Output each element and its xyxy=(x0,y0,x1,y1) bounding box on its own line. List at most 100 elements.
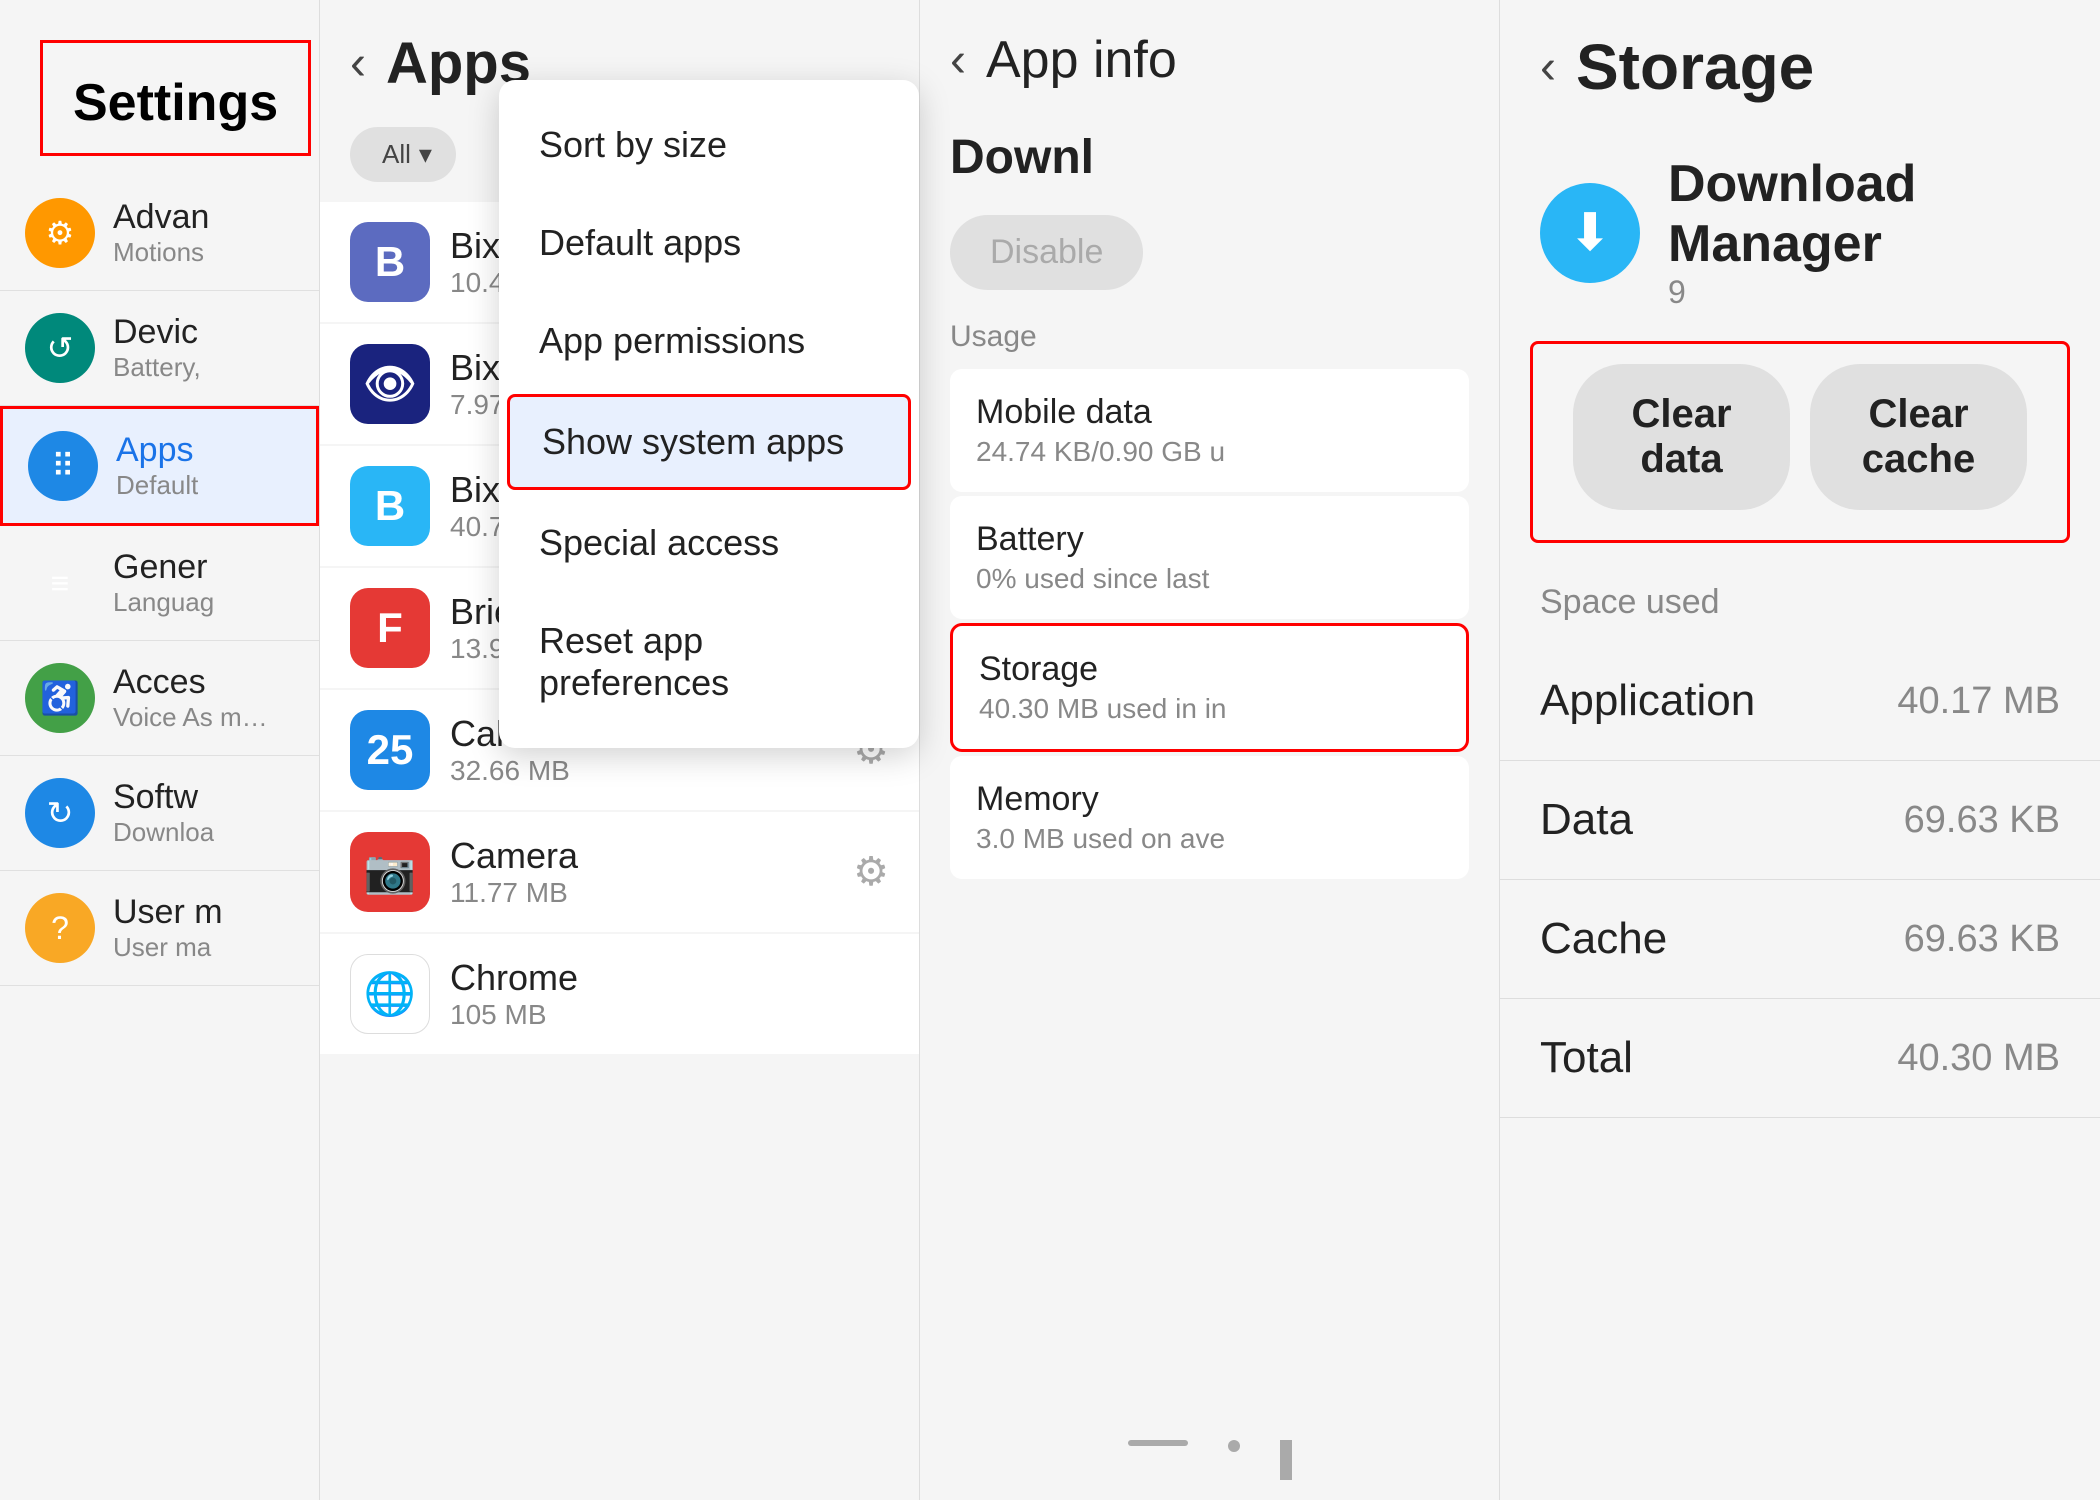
storage-row-application: Application 40.17 MB xyxy=(1500,642,2100,761)
dropdown-item-default_apps[interactable]: Default apps xyxy=(499,194,919,292)
sidebar-icon-softw: ↻ xyxy=(25,778,95,848)
storage-row-data: Data 69.63 KB xyxy=(1500,761,2100,880)
app-icon-bixby_voice: B xyxy=(350,466,430,546)
dropdown-item-reset_app_prefs[interactable]: Reset app preferences xyxy=(499,592,919,732)
usage-item-sub-storage: 40.30 MB used in in xyxy=(979,693,1399,725)
sidebar-icon-user: ? xyxy=(25,893,95,963)
sidebar-item-device[interactable]: ↺ Devic Battery, xyxy=(0,291,319,406)
usage-item-mobile_data[interactable]: Mobile data 24.74 KB/0.90 GB u xyxy=(950,369,1469,492)
usage-item-sub-battery: 0% used since last xyxy=(976,563,1396,595)
sidebar-sub-device: Battery, xyxy=(113,352,201,383)
sidebar-label-softw: Softw xyxy=(113,778,214,817)
sidebar-label-access: Acces xyxy=(113,663,273,702)
storage-app-icon: ⬇ xyxy=(1540,183,1640,283)
usage-item-title-battery: Battery xyxy=(976,520,1443,559)
app-icon-calendar: 25 xyxy=(350,710,430,790)
storage-back-button[interactable]: ‹ xyxy=(1540,40,1556,95)
app-info-back-button[interactable]: ‹ xyxy=(950,33,966,88)
sidebar-item-advanced[interactable]: ⚙ Advan Motions xyxy=(0,176,319,291)
usage-item-sub-mobile_data: 24.74 KB/0.90 GB u xyxy=(976,436,1396,468)
filter-all-button[interactable]: All ▾ xyxy=(350,127,456,182)
storage-panel: ‹ Storage ⬇ Download Manager 9 Clear dat… xyxy=(1500,0,2100,1500)
storage-row-value-cache: 69.63 KB xyxy=(1904,918,2060,961)
app-size-camera: 11.77 MB xyxy=(450,877,578,909)
sidebar-label-user: User m xyxy=(113,893,223,932)
sidebar-icon-apps: ⠿ xyxy=(28,431,98,501)
storage-row-value-application: 40.17 MB xyxy=(1897,680,2060,723)
usage-item-memory[interactable]: Memory 3.0 MB used on ave xyxy=(950,756,1469,879)
dropdown-item-show_system_apps[interactable]: Show system apps xyxy=(507,394,911,490)
storage-panel-title: Storage xyxy=(1576,30,1814,104)
apps-back-button[interactable]: ‹ xyxy=(350,36,366,91)
sidebar-item-apps[interactable]: ⠿ Apps Default xyxy=(0,406,319,526)
nav-back[interactable] xyxy=(1128,1440,1188,1446)
app-size-chrome: 105 MB xyxy=(450,999,578,1031)
storage-app-version: 9 xyxy=(1668,274,2060,311)
app-icon-camera: 📷 xyxy=(350,832,430,912)
storage-row-total: Total 40.30 MB xyxy=(1500,999,2100,1118)
app-gear-icon-camera[interactable]: ⚙ xyxy=(853,849,889,895)
space-used-label: Space used xyxy=(1500,573,2100,642)
settings-panel: Settings ⚙ Advan Motions ↺ Devic Battery… xyxy=(0,0,320,1500)
storage-row-label-application: Application xyxy=(1540,676,1755,726)
sidebar-sub-user: User ma xyxy=(113,932,223,963)
app-list-item-camera[interactable]: 📷 Camera 11.77 MB ⚙ xyxy=(320,812,919,932)
storage-row-label-total: Total xyxy=(1540,1033,1633,1083)
usage-item-battery[interactable]: Battery 0% used since last xyxy=(950,496,1469,619)
sidebar-item-softw[interactable]: ↻ Softw Downloa xyxy=(0,756,319,871)
settings-title: Settings xyxy=(40,40,311,156)
dropdown-item-app_permissions[interactable]: App permissions xyxy=(499,292,919,390)
app-info-title: App info xyxy=(986,30,1177,90)
usage-item-title-storage: Storage xyxy=(979,650,1440,689)
app-name-chrome: Chrome xyxy=(450,957,578,999)
sidebar-sub-access: Voice As menu xyxy=(113,702,273,733)
sidebar-sub-advanced: Motions xyxy=(113,237,209,268)
app-icon-bixby1: B xyxy=(350,222,430,302)
app-icon-bixby2: 👁 xyxy=(350,344,430,424)
apps-panel: ‹ Apps All ▾ B Bixby 10.49 M 👁 Bixby 7.9… xyxy=(320,0,920,1500)
sidebar-icon-general: ≡ xyxy=(25,548,95,618)
app-info-app-name: Downl xyxy=(950,130,1469,185)
storage-row-value-data: 69.63 KB xyxy=(1904,799,2060,842)
sidebar-icon-access: ♿ xyxy=(25,663,95,733)
app-list-item-chrome[interactable]: 🌐 Chrome 105 MB xyxy=(320,934,919,1054)
sidebar-item-access[interactable]: ♿ Acces Voice As menu xyxy=(0,641,319,756)
app-info-panel: ‹ App info Downl Disable Usage Mobile da… xyxy=(920,0,1500,1500)
nav-home[interactable] xyxy=(1228,1440,1240,1452)
sidebar-sub-softw: Downloa xyxy=(113,817,214,848)
app-name-camera: Camera xyxy=(450,835,578,877)
sidebar-label-general: Gener xyxy=(113,548,214,587)
sidebar-label-apps: Apps xyxy=(116,431,198,470)
app-icon-chrome: 🌐 xyxy=(350,954,430,1034)
dropdown-item-special_access[interactable]: Special access xyxy=(499,494,919,592)
storage-row-value-total: 40.30 MB xyxy=(1897,1037,2060,1080)
sidebar-label-advanced: Advan xyxy=(113,198,209,237)
sidebar-sub-general: Languag xyxy=(113,587,214,618)
sidebar-icon-advanced: ⚙ xyxy=(25,198,95,268)
sidebar-label-device: Devic xyxy=(113,313,201,352)
navigation-bar xyxy=(920,1420,1499,1500)
nav-recents[interactable] xyxy=(1280,1440,1292,1480)
clear-buttons-container: Clear data Clear cache xyxy=(1530,341,2070,543)
usage-item-title-memory: Memory xyxy=(976,780,1443,819)
disable-button[interactable]: Disable xyxy=(950,215,1143,290)
storage-rows: Application 40.17 MB Data 69.63 KB Cache… xyxy=(1500,642,2100,1118)
clear-data-button[interactable]: Clear data xyxy=(1573,364,1790,510)
storage-row-label-data: Data xyxy=(1540,795,1633,845)
sidebar-item-user[interactable]: ? User m User ma xyxy=(0,871,319,986)
usage-section-title: Usage xyxy=(950,320,1469,354)
usage-item-sub-memory: 3.0 MB used on ave xyxy=(976,823,1396,855)
app-size-calendar: 32.66 MB xyxy=(450,755,596,787)
dropdown-item-sort_by_size[interactable]: Sort by size xyxy=(499,96,919,194)
usage-item-storage[interactable]: Storage 40.30 MB used in in xyxy=(950,623,1469,752)
storage-row-label-cache: Cache xyxy=(1540,914,1667,964)
sidebar-icon-device: ↺ xyxy=(25,313,95,383)
app-icon-briefing: F xyxy=(350,588,430,668)
dropdown-menu: Sort by sizeDefault appsApp permissionsS… xyxy=(499,80,919,748)
storage-app-name: Download Manager xyxy=(1668,154,2060,274)
usage-item-title-mobile_data: Mobile data xyxy=(976,393,1443,432)
sidebar-sub-apps: Default xyxy=(116,470,198,501)
storage-row-cache: Cache 69.63 KB xyxy=(1500,880,2100,999)
sidebar-item-general[interactable]: ≡ Gener Languag xyxy=(0,526,319,641)
clear-cache-button[interactable]: Clear cache xyxy=(1810,364,2027,510)
